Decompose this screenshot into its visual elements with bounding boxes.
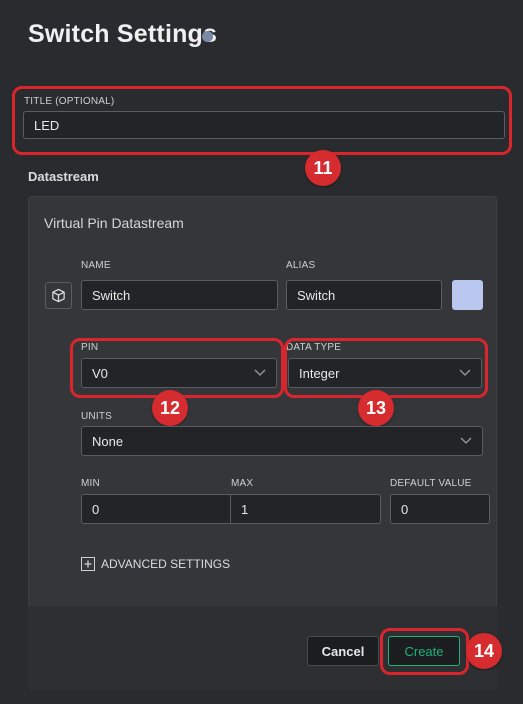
min-input-value: 0: [92, 501, 100, 517]
name-input-value: Switch: [92, 287, 131, 303]
units-select[interactable]: None: [81, 426, 483, 456]
cube-icon[interactable]: [45, 282, 72, 309]
min-label: MIN: [81, 478, 100, 489]
name-label: NAME: [81, 260, 111, 271]
alias-input[interactable]: Switch: [286, 280, 442, 310]
default-value-label: DEFAULT VALUE: [390, 478, 472, 489]
max-input-value: 1: [241, 501, 249, 517]
chevron-down-icon: [460, 437, 472, 444]
highlight-create: [380, 628, 469, 675]
units-select-value: None: [92, 433, 124, 449]
advanced-settings-toggle[interactable]: ADVANCED SETTINGS: [81, 557, 230, 571]
color-swatch[interactable]: [452, 280, 483, 310]
card-title: Virtual Pin Datastream: [44, 215, 184, 231]
datastream-section-label: Datastream: [28, 169, 99, 184]
info-icon[interactable]: [202, 31, 213, 42]
highlight-pin: [70, 338, 284, 398]
alias-label: ALIAS: [286, 260, 316, 271]
max-label: MAX: [231, 478, 254, 489]
advanced-settings-label: ADVANCED SETTINGS: [101, 557, 231, 571]
default-value-input-value: 0: [401, 501, 409, 517]
plus-box-icon: [81, 557, 95, 571]
annotation-badge-12: 12: [152, 390, 188, 426]
highlight-data-type: [284, 338, 488, 398]
name-input[interactable]: Switch: [81, 280, 278, 310]
page-title: Switch Settings: [28, 20, 218, 48]
min-input[interactable]: 0: [81, 494, 231, 524]
highlight-title: [12, 86, 512, 155]
annotation-badge-11: 11: [305, 150, 341, 186]
alias-input-value: Switch: [297, 287, 336, 303]
units-label: UNITS: [81, 411, 112, 422]
default-value-input[interactable]: 0: [390, 494, 490, 524]
annotation-badge-14: 14: [466, 633, 502, 669]
max-input[interactable]: 1: [231, 494, 381, 524]
cancel-button[interactable]: Cancel: [307, 636, 379, 666]
annotation-badge-13: 13: [358, 390, 394, 426]
